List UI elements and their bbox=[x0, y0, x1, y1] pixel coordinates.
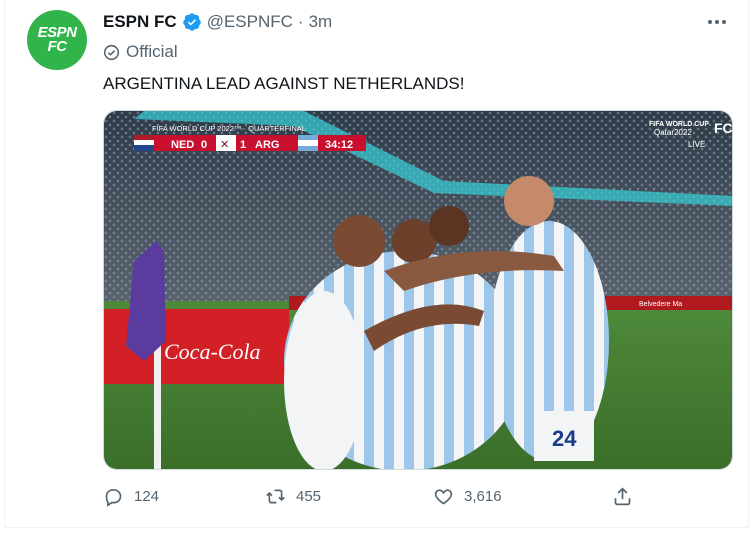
retweet-icon bbox=[266, 489, 285, 504]
tweet-media-image[interactable]: Coca-Cola Belvedere Ma 24 FIFA WORLD CUP… bbox=[103, 110, 733, 470]
share-button[interactable] bbox=[612, 486, 633, 507]
svg-text:✕: ✕ bbox=[220, 138, 229, 151]
score-away: 1 bbox=[240, 139, 246, 151]
verified-badge-icon bbox=[182, 12, 202, 32]
like-button[interactable]: 3,616 bbox=[433, 486, 502, 507]
heart-icon bbox=[434, 489, 453, 505]
broadcast-logo-line1: FIFA WORLD CUP bbox=[649, 121, 709, 128]
retweet-button[interactable]: 455 bbox=[265, 486, 321, 507]
reply-icon bbox=[105, 489, 122, 507]
tweet-header: ESPN FC @ESPNFC · 3m bbox=[103, 12, 332, 32]
more-options-icon[interactable] bbox=[706, 14, 728, 30]
user-handle[interactable]: @ESPNFC bbox=[207, 12, 293, 32]
broadcast-badge: FC bbox=[714, 120, 733, 136]
like-count: 3,616 bbox=[464, 488, 502, 505]
separator-dot: · bbox=[297, 12, 304, 31]
avatar-text-fc: FC bbox=[47, 38, 68, 55]
broadcast-logo-line2: Qatar2022 bbox=[654, 128, 692, 137]
tweet-card[interactable]: ESPN FC ESPN FC @ESPNFC · 3m Official AR… bbox=[4, 0, 749, 528]
display-name[interactable]: ESPN FC bbox=[103, 12, 177, 32]
scoreboard-competition: FIFA WORLD CUP 2022™ · QUARTERFINAL bbox=[152, 124, 306, 133]
tweet-text: ARGENTINA LEAD AGAINST NETHERLANDS! bbox=[103, 74, 465, 93]
tweet-actions: 124 455 3,616 bbox=[103, 486, 643, 514]
svg-text:24: 24 bbox=[552, 426, 577, 451]
official-label: Official bbox=[103, 42, 178, 62]
reply-button[interactable]: 124 bbox=[103, 486, 159, 507]
team-away: ARG bbox=[255, 139, 279, 151]
team-home: NED bbox=[171, 139, 194, 151]
live-label: LIVE bbox=[688, 140, 705, 149]
retweet-count: 455 bbox=[296, 488, 322, 505]
score-home: 0 bbox=[201, 139, 207, 151]
ad-board-right-text: Belvedere Ma bbox=[639, 301, 682, 308]
match-clock: 34:12 bbox=[325, 139, 353, 151]
official-check-icon bbox=[103, 44, 120, 60]
timestamp[interactable]: 3m bbox=[309, 12, 333, 32]
ad-board-text: Coca-Cola bbox=[164, 339, 261, 364]
avatar[interactable]: ESPN FC bbox=[27, 10, 87, 70]
official-label-text: Official bbox=[126, 42, 178, 61]
share-icon bbox=[614, 487, 631, 506]
reply-count: 124 bbox=[134, 488, 160, 505]
